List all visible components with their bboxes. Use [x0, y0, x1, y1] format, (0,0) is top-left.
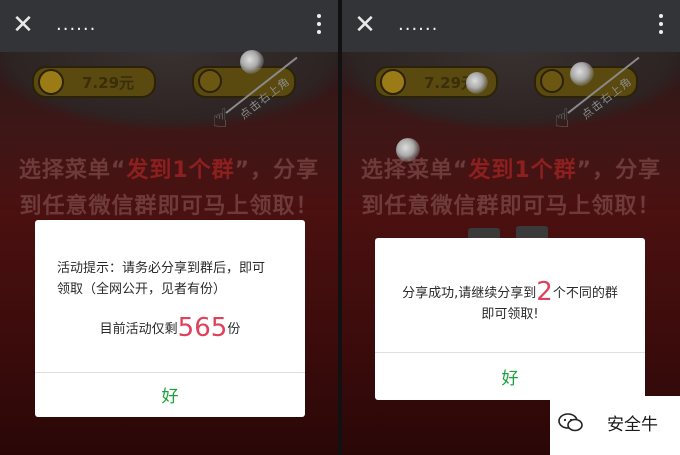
- more-vertical-icon[interactable]: [658, 14, 664, 36]
- ok-button[interactable]: 好: [375, 364, 645, 389]
- left-screenshot: ✕ ...... 7.29元 点击右上角 ☝ 选择菜单“发到1个群”，分享 到任…: [0, 0, 338, 455]
- light-bubble: [570, 62, 594, 86]
- headline-line2: 到任意微信群即可马上领取！: [361, 194, 661, 219]
- clock-icon: [198, 69, 222, 93]
- dialog-message: 活动提示：请务必分享到群后，即可 领取（全网公开，见者有份）: [57, 261, 266, 297]
- remaining-count-text: 目前活动仅剩565份: [99, 313, 241, 343]
- headline-line1: 选择菜单“发到1个群”，分享: [360, 158, 662, 183]
- headline-line2: 到任意微信群即可马上领取！: [19, 194, 319, 219]
- dialog-divider: [35, 372, 305, 373]
- activity-dialog: 活动提示：请务必分享到群后，即可 领取（全网公开，见者有份） 目前活动仅剩565…: [35, 220, 305, 417]
- coin-icon: [38, 69, 64, 95]
- pointing-hand-icon: ☝: [554, 104, 570, 134]
- light-bubble: [396, 138, 420, 162]
- ok-button[interactable]: 好: [35, 382, 305, 407]
- share-success-dialog: 分享成功,请继续分享到2个不同的群 即可领取! 好: [375, 238, 645, 400]
- headline-highlight: 发到1个群: [468, 158, 577, 183]
- group-count: 2: [536, 277, 553, 307]
- watermark-text: 安全牛: [607, 415, 658, 435]
- top-bar: ✕ ......: [0, 0, 338, 52]
- light-bubble: [240, 50, 264, 74]
- clock-icon: [540, 69, 564, 93]
- wechat-icon: [558, 413, 583, 432]
- balance-value: 7.29元: [82, 74, 135, 92]
- close-icon[interactable]: ✕: [352, 12, 378, 38]
- page-title: ......: [398, 14, 439, 35]
- right-screenshot: ✕ ...... 7.29元 点击右上角 ☝ 选择菜单“发到1个群”，分享 到任…: [342, 0, 680, 455]
- headline-line1: 选择菜单“发到1个群”，分享: [18, 158, 320, 183]
- page-title: ......: [56, 14, 97, 35]
- dialog-divider: [375, 352, 645, 353]
- headline-highlight: 发到1个群: [126, 158, 235, 183]
- dialog-message: 分享成功,请继续分享到2个不同的群 即可领取!: [402, 277, 618, 322]
- balance-pill: 7.29元: [32, 66, 156, 98]
- top-bar: ✕ ......: [342, 0, 680, 52]
- close-icon[interactable]: ✕: [10, 12, 36, 38]
- coin-icon: [380, 69, 406, 95]
- light-bubble: [466, 72, 488, 94]
- pointing-hand-icon: ☝: [212, 104, 228, 134]
- more-vertical-icon[interactable]: [316, 14, 322, 36]
- remaining-count: 565: [177, 313, 228, 343]
